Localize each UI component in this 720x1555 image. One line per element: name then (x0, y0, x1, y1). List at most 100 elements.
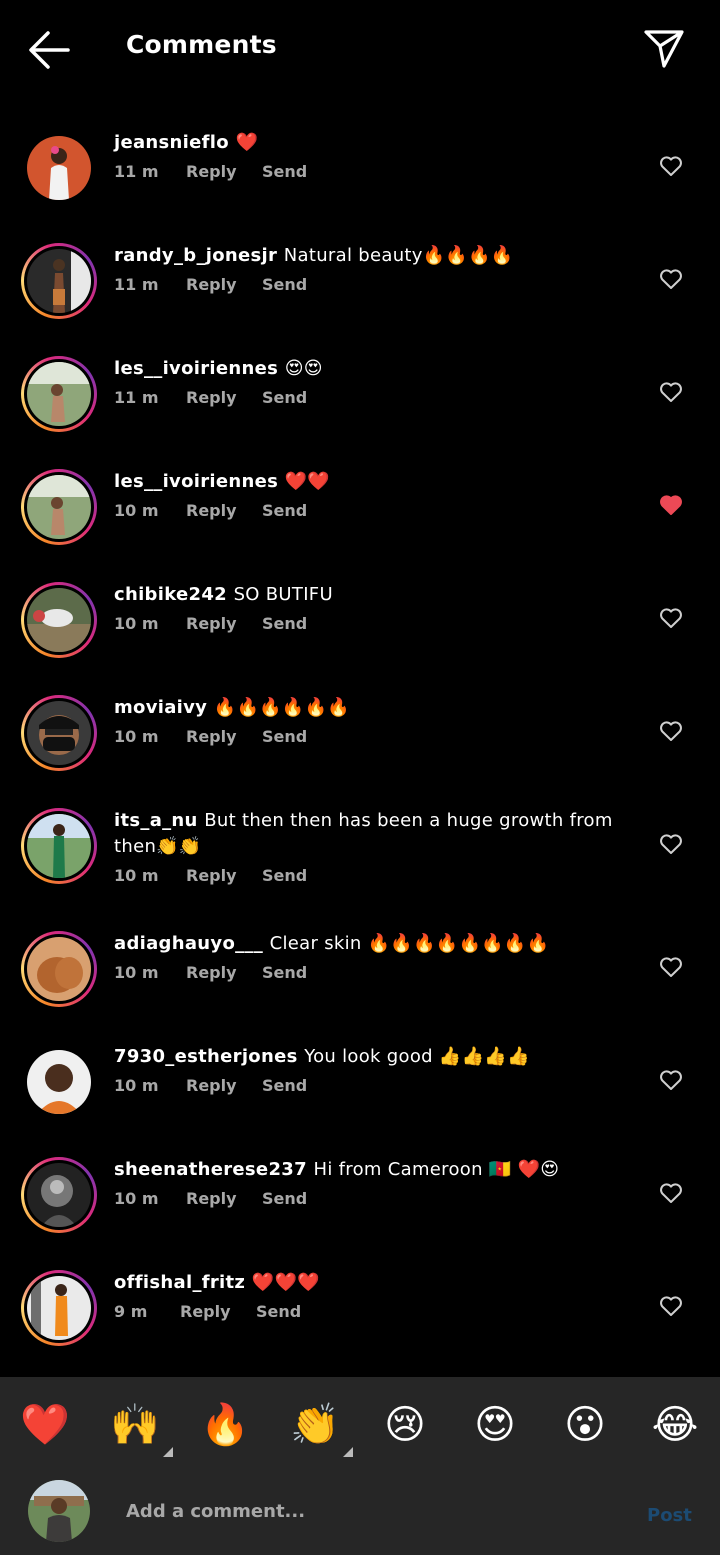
like-button[interactable] (659, 1069, 683, 1091)
commenter-avatar[interactable] (21, 243, 97, 319)
reply-button[interactable]: Reply (186, 614, 262, 633)
comment-timestamp: 11 m (114, 388, 159, 407)
comment-body: les__ivoiriennes 😍😍 (114, 356, 644, 382)
reaction-emoji[interactable]: 😮 (559, 1399, 611, 1451)
reply-button[interactable]: Reply (186, 963, 262, 982)
heart-icon (660, 721, 682, 741)
reaction-emoji[interactable]: 😂 (649, 1399, 701, 1451)
reply-button[interactable]: Reply (186, 275, 262, 294)
comment-username[interactable]: sheenatherese237 (114, 1159, 307, 1180)
reply-button[interactable]: Reply (186, 162, 262, 181)
comment-body: jeansnieflo ❤️ (114, 130, 644, 156)
comment-username[interactable]: randy_b_jonesjr (114, 245, 277, 266)
reply-button[interactable]: Reply (186, 501, 262, 520)
post-button[interactable]: Post (647, 1505, 692, 1526)
reaction-emoji[interactable]: 🔥 (199, 1399, 251, 1451)
reaction-emoji[interactable]: 😍 (469, 1399, 521, 1451)
comment-username[interactable]: its_a_nu (114, 810, 198, 831)
reply-button[interactable]: Reply (186, 727, 262, 746)
comment-username[interactable]: les__ivoiriennes (114, 471, 278, 492)
commenter-avatar[interactable] (21, 582, 97, 658)
send-button[interactable]: Send (256, 1302, 301, 1321)
comment-username[interactable]: moviaivy (114, 697, 207, 718)
reply-button[interactable]: Reply (186, 388, 262, 407)
send-button[interactable]: Send (262, 275, 307, 294)
reaction-emoji-glyph: 😮 (564, 1402, 606, 1448)
comment-timestamp: 9 m (114, 1302, 148, 1321)
reaction-emoji[interactable]: 👏 (289, 1399, 353, 1457)
reaction-emoji[interactable]: 😢 (379, 1399, 431, 1451)
skin-tone-indicator-icon (343, 1447, 353, 1457)
comment-timestamp: 10 m (114, 963, 159, 982)
comment-row: offishal_fritz ❤️❤️❤️ 9 m Reply Send (0, 1252, 720, 1362)
comment-composer: Post (0, 1471, 720, 1555)
comment-username[interactable]: offishal_fritz (114, 1272, 245, 1293)
like-button[interactable] (659, 833, 683, 855)
reply-button[interactable]: Reply (186, 1189, 262, 1208)
send-button[interactable]: Send (262, 501, 307, 520)
commenter-avatar[interactable] (21, 1270, 97, 1346)
commenter-avatar[interactable] (21, 695, 97, 771)
comment-username[interactable]: jeansnieflo (114, 132, 229, 153)
comment-row: moviaivy 🔥🔥🔥🔥🔥🔥 10 m Reply Send (0, 677, 720, 787)
comment-text: Hi from Cameroon 🇨🇲 ❤️😍 (313, 1159, 560, 1180)
commenter-avatar[interactable] (21, 808, 97, 884)
reply-button[interactable]: Reply (186, 866, 262, 885)
heart-icon (660, 495, 682, 515)
current-user-avatar (28, 1480, 90, 1542)
commenter-avatar[interactable] (21, 356, 97, 432)
commenter-avatar[interactable] (21, 1044, 97, 1120)
comment-body: randy_b_jonesjr Natural beauty🔥🔥🔥🔥 (114, 243, 644, 269)
comment-username[interactable]: 7930_estherjones (114, 1046, 298, 1067)
send-button[interactable]: Send (262, 1189, 307, 1208)
comment-body: offishal_fritz ❤️❤️❤️ (114, 1270, 644, 1296)
comment-meta: 11 m Reply Send (114, 162, 307, 181)
reaction-emoji[interactable]: 🙌 (109, 1399, 173, 1457)
comment-meta: 10 m Reply Send (114, 866, 307, 885)
like-button[interactable] (659, 956, 683, 978)
send-button[interactable]: Send (262, 963, 307, 982)
like-button[interactable] (659, 1295, 683, 1317)
commenter-avatar[interactable] (21, 931, 97, 1007)
commenter-avatar[interactable] (21, 469, 97, 545)
reaction-emoji[interactable]: ❤️ (19, 1399, 71, 1451)
like-button[interactable] (659, 607, 683, 629)
comment-username[interactable]: les__ivoiriennes (114, 358, 278, 379)
send-button[interactable]: Send (262, 1076, 307, 1095)
send-button[interactable]: Send (262, 614, 307, 633)
back-button[interactable] (26, 28, 72, 72)
like-button[interactable] (659, 720, 683, 742)
comment-text: 🔥🔥🔥🔥🔥🔥 (213, 697, 351, 718)
reply-button[interactable]: Reply (186, 1076, 262, 1095)
like-button[interactable] (659, 268, 683, 290)
comment-text: ❤️❤️❤️ (251, 1272, 320, 1293)
like-button[interactable] (659, 155, 683, 177)
commenter-avatar[interactable] (21, 130, 97, 206)
comment-text: 😍😍 (284, 358, 323, 379)
skin-tone-indicator-icon (163, 1447, 173, 1457)
comment-username[interactable]: chibike242 (114, 584, 227, 605)
comment-text: Natural beauty🔥🔥🔥🔥 (283, 245, 514, 266)
arrow-left-icon (29, 31, 70, 69)
heart-icon (660, 156, 682, 176)
comment-row: 7930_estherjones You look good 👍👍👍👍 10 m R… (0, 1026, 720, 1136)
comment-timestamp: 10 m (114, 1189, 159, 1208)
comment-timestamp: 10 m (114, 614, 159, 633)
send-button[interactable]: Send (262, 388, 307, 407)
reply-button[interactable]: Reply (180, 1302, 256, 1321)
comment-meta: 10 m Reply Send (114, 1076, 307, 1095)
heart-icon (660, 269, 682, 289)
comment-input[interactable] (126, 1495, 606, 1527)
like-button[interactable] (659, 381, 683, 403)
like-button[interactable] (659, 1182, 683, 1204)
comment-username[interactable]: adiaghauyo___ (114, 933, 263, 954)
send-button[interactable]: Send (262, 162, 307, 181)
comment-row: les__ivoiriennes ❤️❤️ 10 m Reply Send (0, 451, 720, 561)
heart-icon (660, 608, 682, 628)
commenter-avatar[interactable] (21, 1157, 97, 1233)
like-button[interactable] (659, 494, 683, 516)
send-button[interactable]: Send (262, 866, 307, 885)
share-button[interactable] (642, 26, 686, 70)
comment-timestamp: 11 m (114, 162, 159, 181)
send-button[interactable]: Send (262, 727, 307, 746)
